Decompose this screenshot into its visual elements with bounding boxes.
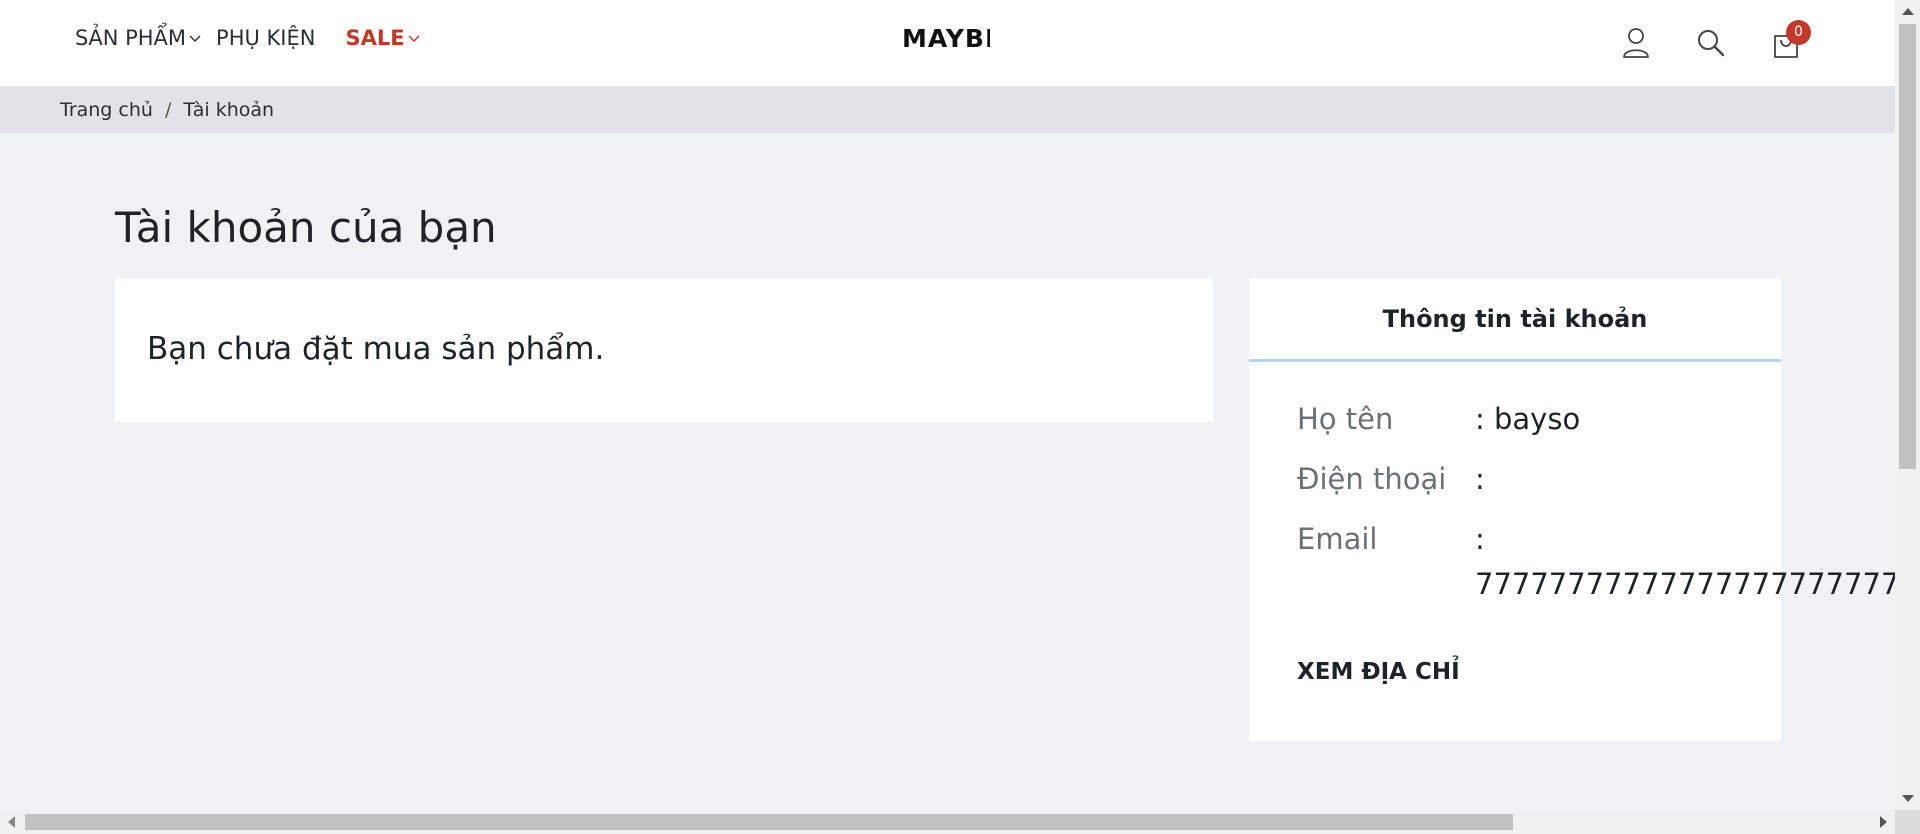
breadcrumb: Trang chủ / Tài khoản <box>0 86 1895 133</box>
account-info-list: Họ tên : bayso Điện thoại : Email : 7777… <box>1249 362 1895 602</box>
info-value-phone: : <box>1475 462 1485 496</box>
scrollbar-corner <box>1895 810 1920 834</box>
vertical-scroll-thumb[interactable] <box>1899 24 1916 469</box>
horizontal-scrollbar[interactable] <box>0 810 1895 834</box>
info-label: Họ tên <box>1297 402 1394 436</box>
scroll-left-arrow-icon[interactable] <box>8 816 15 828</box>
account-info-panel: Thông tin tài khoản Họ tên : bayso Điện … <box>1249 279 1895 741</box>
info-row-name: Họ tên : bayso <box>1297 402 1781 437</box>
header-actions <box>0 26 1895 66</box>
info-row-email: Email : 7777777777777777777777777 <box>1297 522 1895 602</box>
scroll-right-arrow-icon[interactable] <box>1880 816 1887 828</box>
info-label: Điện thoại <box>1297 462 1447 496</box>
email-address: 7777777777777777777777777 <box>1475 567 1895 601</box>
info-value-email: : 7777777777777777777777777 <box>1475 522 1895 602</box>
horizontal-scroll-thumb[interactable] <box>25 814 1513 830</box>
breadcrumb-home-link[interactable]: Trang chủ <box>60 99 153 121</box>
info-value-name: : bayso <box>1475 402 1581 436</box>
orders-panel: Bạn chưa đặt mua sản phẩm. <box>115 279 1213 422</box>
scroll-down-arrow-icon[interactable] <box>1902 795 1914 802</box>
info-label: Email <box>1297 522 1378 556</box>
empty-orders-message: Bạn chưa đặt mua sản phẩm. <box>147 331 605 367</box>
site-header: SẢN PHẨM PHỤ KIỆN SALE MAYBI 0 <box>0 0 1895 86</box>
info-row-phone: Điện thoại : <box>1297 462 1781 497</box>
scroll-up-arrow-icon[interactable] <box>1902 8 1914 15</box>
breadcrumb-current: Tài khoản <box>183 98 275 121</box>
page-title: Tài khoản của bạn <box>115 203 497 252</box>
page-viewport: SẢN PHẨM PHỤ KIỆN SALE MAYBI 0 Trang chủ… <box>0 0 1895 810</box>
account-info-heading: Thông tin tài khoản <box>1249 279 1781 362</box>
email-colon: : <box>1475 522 1485 556</box>
view-address-link[interactable]: XEM ĐỊA CHỈ <box>1297 659 1460 685</box>
user-icon[interactable] <box>1620 26 1652 60</box>
cart-count-badge: 0 <box>1786 20 1811 45</box>
breadcrumb-separator: / <box>164 98 172 121</box>
search-icon[interactable] <box>1695 26 1727 60</box>
vertical-scrollbar[interactable] <box>1895 0 1920 810</box>
